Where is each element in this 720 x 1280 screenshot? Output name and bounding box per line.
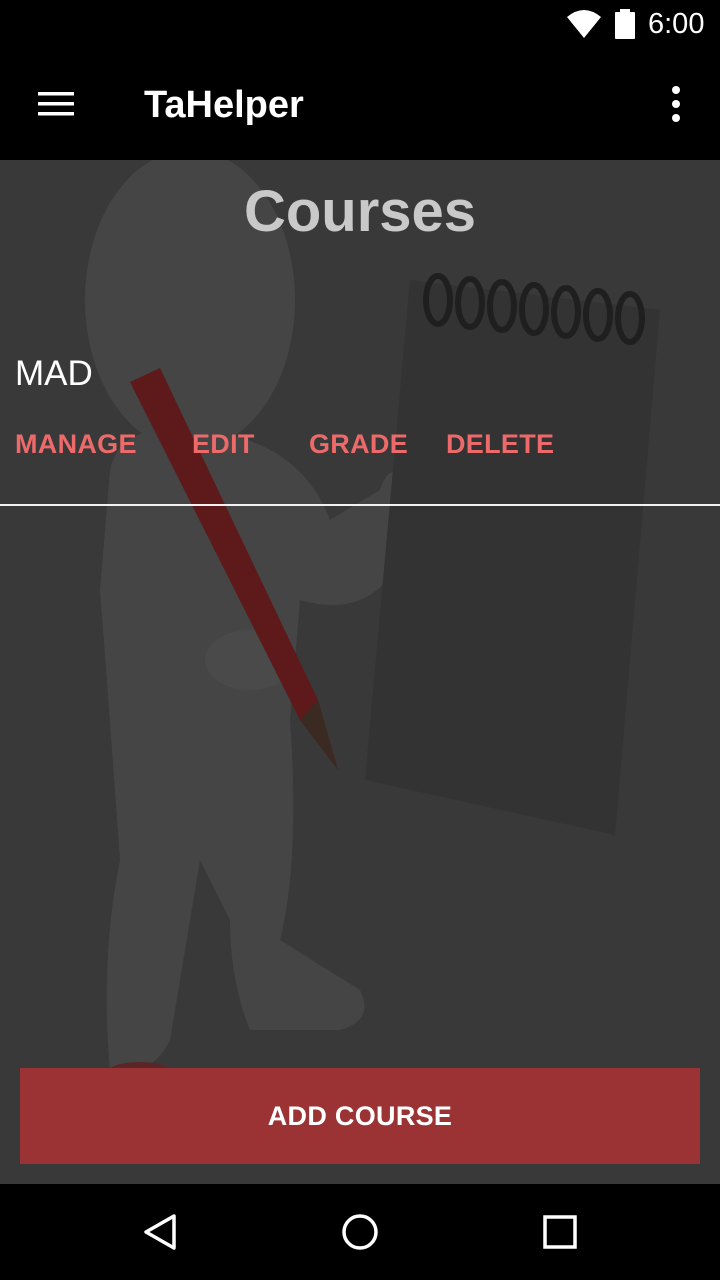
more-vert-icon[interactable]: [660, 84, 692, 124]
back-icon[interactable]: [140, 1212, 180, 1252]
delete-button[interactable]: DELETE: [446, 428, 554, 460]
status-time: 6:00: [648, 8, 705, 40]
add-course-button[interactable]: ADD COURSE: [20, 1068, 700, 1164]
edit-button[interactable]: EDIT: [192, 428, 255, 460]
home-icon[interactable]: [340, 1212, 380, 1252]
battery-icon: [615, 9, 635, 39]
course-divider: [0, 504, 720, 506]
page-heading: Courses: [243, 179, 477, 244]
course-name: MAD: [15, 354, 93, 393]
app-title: TaHelper: [144, 84, 304, 126]
hamburger-menu-icon[interactable]: [36, 88, 76, 120]
app-toolbar: TaHelper: [0, 48, 720, 160]
system-nav-bar: [0, 1184, 720, 1280]
grade-button[interactable]: GRADE: [309, 428, 408, 460]
wifi-icon: [567, 10, 601, 38]
courses-content: Courses MAD MANAGE EDIT GRADE DELETE ADD…: [0, 160, 720, 1184]
recents-icon[interactable]: [540, 1212, 580, 1252]
background-illustration: [85, 160, 660, 1082]
manage-button[interactable]: MANAGE: [15, 428, 137, 460]
screen: 6:00 TaHelper Courses MAD MANAGE EDIT GR…: [0, 0, 720, 1280]
status-bar: 6:00: [0, 0, 720, 48]
